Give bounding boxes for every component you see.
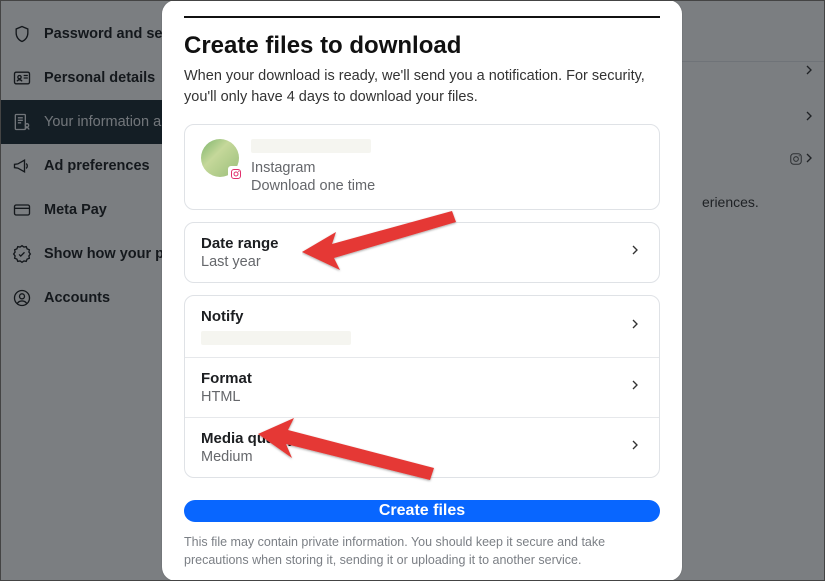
profile-frequency: Download one time <box>251 177 643 195</box>
notify-row[interactable]: Notify <box>185 296 659 357</box>
date-range-value: Last year <box>201 254 279 270</box>
date-range-label: Date range <box>201 235 279 252</box>
create-files-button[interactable]: Create files <box>184 500 660 522</box>
media-quality-value: Medium <box>201 449 296 465</box>
options-card: Notify Format HTML Media quality Medium <box>184 295 660 478</box>
profile-avatar <box>201 139 239 177</box>
profile-platform: Instagram <box>251 159 643 177</box>
profile-name-redacted <box>251 139 371 153</box>
profile-source-card: Instagram Download one time <box>184 124 660 210</box>
media-quality-row[interactable]: Media quality Medium <box>185 417 659 477</box>
notify-value-redacted <box>201 331 351 345</box>
instagram-badge-icon <box>228 166 243 181</box>
chevron-right-icon <box>627 377 643 398</box>
chevron-right-icon <box>627 437 643 458</box>
date-range-card[interactable]: Date range Last year <box>184 222 660 283</box>
create-files-modal: Create files to download When your downl… <box>162 0 682 581</box>
format-value: HTML <box>201 389 252 405</box>
modal-footer-note: This file may contain private informatio… <box>184 534 660 569</box>
modal-subtitle: When your download is ready, we'll send … <box>184 66 660 108</box>
modal-top-divider <box>184 16 660 18</box>
media-quality-label: Media quality <box>201 430 296 447</box>
chevron-right-icon <box>627 242 643 263</box>
notify-label: Notify <box>201 308 351 325</box>
format-row[interactable]: Format HTML <box>185 357 659 417</box>
format-label: Format <box>201 370 252 387</box>
chevron-right-icon <box>627 316 643 337</box>
modal-title: Create files to download <box>184 32 660 60</box>
